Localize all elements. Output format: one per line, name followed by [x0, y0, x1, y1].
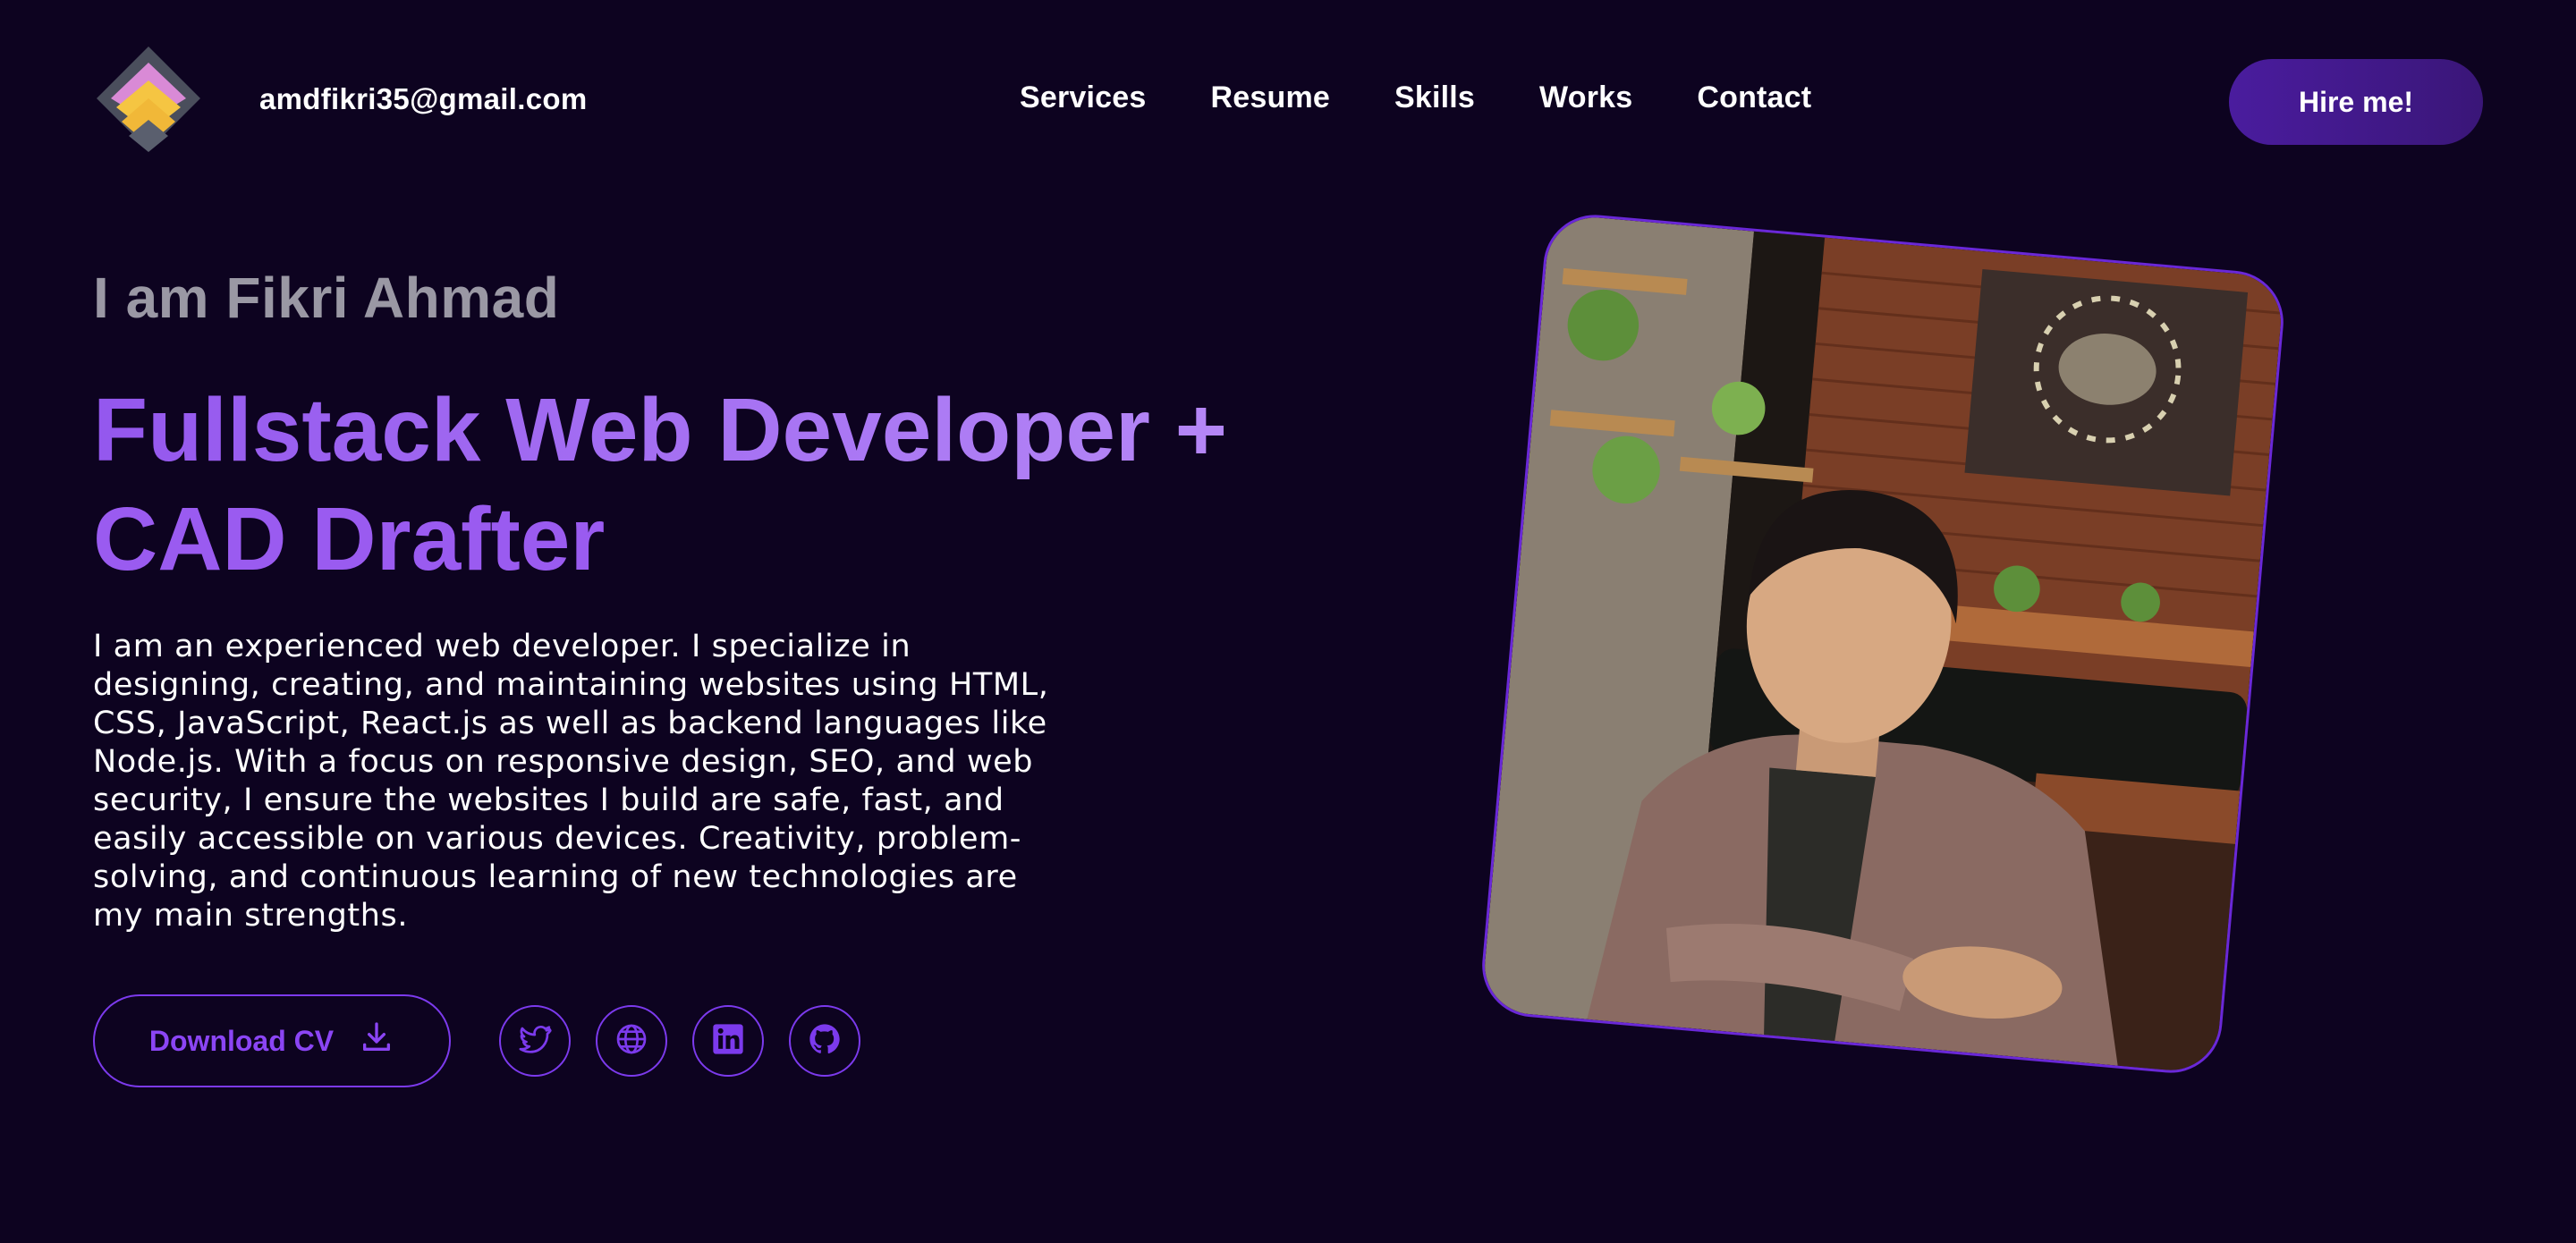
nav-item-contact[interactable]: Contact — [1697, 80, 1811, 115]
download-icon — [359, 1019, 394, 1062]
website-link[interactable] — [596, 1005, 667, 1077]
globe-icon — [614, 1021, 649, 1061]
nav-item-works[interactable]: Works — [1539, 80, 1632, 115]
linkedin-icon — [710, 1021, 746, 1061]
linkedin-link[interactable] — [692, 1005, 764, 1077]
twitter-link[interactable] — [499, 1005, 571, 1077]
diamond-logo-icon[interactable] — [93, 43, 204, 154]
main-nav: Services Resume Skills Works Contact — [1020, 80, 1811, 115]
profile-photo — [1478, 210, 2288, 1078]
bio-paragraph: I am an experienced web developer. I spe… — [93, 629, 1049, 934]
social-links — [499, 1005, 860, 1077]
hire-me-button[interactable]: Hire me! — [2229, 59, 2483, 145]
nav-item-skills[interactable]: Skills — [1394, 80, 1475, 115]
headline: Fullstack Web Developer + CAD Drafter — [93, 376, 1345, 594]
download-cv-button[interactable]: Download CV — [93, 994, 451, 1087]
headline-line-1: Fullstack Web Developer + — [93, 376, 1345, 485]
portfolio-page: amdfikri35@gmail.com Services Resume Ski… — [0, 0, 2576, 1243]
headline-line-2: CAD Drafter — [93, 489, 606, 589]
intro-text: I am Fikri Ahmad — [93, 266, 560, 330]
contact-email[interactable]: amdfikri35@gmail.com — [259, 82, 587, 116]
nav-item-resume[interactable]: Resume — [1211, 80, 1330, 115]
github-link[interactable] — [789, 1005, 860, 1077]
download-cv-label: Download CV — [148, 1024, 335, 1057]
nav-item-services[interactable]: Services — [1020, 80, 1147, 115]
github-icon — [807, 1021, 843, 1061]
twitter-icon — [517, 1021, 553, 1061]
